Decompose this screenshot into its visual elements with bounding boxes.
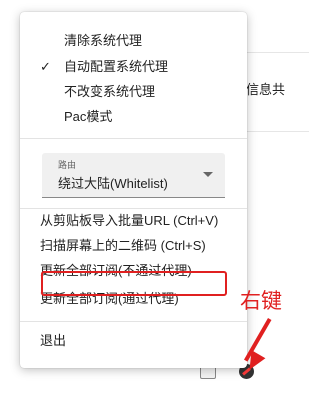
routing-select[interactable]: 路由 绕过大陆(Whitelist)	[42, 153, 225, 198]
menu-item-pac-mode[interactable]: Pac模式	[20, 105, 247, 129]
tray-context-menu: 清除系统代理 ✓ 自动配置系统代理 不改变系统代理 Pac模式 路由 绕过大陆(…	[20, 12, 247, 368]
menu-item-label: 清除系统代理	[64, 33, 143, 48]
menu-divider	[20, 138, 247, 139]
checkmark-icon: ✓	[40, 59, 51, 74]
menu-item-clear-system-proxy[interactable]: 清除系统代理	[20, 29, 247, 53]
routing-select-caption: 路由	[58, 160, 77, 170]
chevron-down-icon	[203, 172, 213, 177]
menu-item-label: 不改变系统代理	[64, 84, 156, 99]
menu-item-scan-qrcode[interactable]: 扫描屏幕上的二维码 (Ctrl+S)	[20, 234, 247, 258]
menu-item-label: 自动配置系统代理	[64, 59, 169, 74]
menu-item-keep-system-proxy[interactable]: 不改变系统代理	[20, 80, 247, 104]
annotation-text: 右键	[240, 290, 282, 313]
menu-item-auto-system-proxy[interactable]: ✓ 自动配置系统代理	[20, 55, 247, 79]
routing-select-value: 绕过大陆(Whitelist)	[58, 176, 168, 191]
menu-item-exit[interactable]: 退出	[20, 329, 247, 353]
menu-item-label: Pac模式	[64, 109, 113, 124]
menu-item-label: 扫描屏幕上的二维码 (Ctrl+S)	[40, 238, 206, 253]
menu-item-import-clipboard[interactable]: 从剪贴板导入批量URL (Ctrl+V)	[20, 209, 247, 233]
menu-item-label: 退出	[40, 333, 67, 348]
menu-divider	[20, 321, 247, 322]
menu-item-label: 从剪贴板导入批量URL (Ctrl+V)	[40, 213, 219, 228]
background-window-text: 信息共	[246, 82, 286, 97]
highlight-annotation-box	[41, 271, 227, 296]
